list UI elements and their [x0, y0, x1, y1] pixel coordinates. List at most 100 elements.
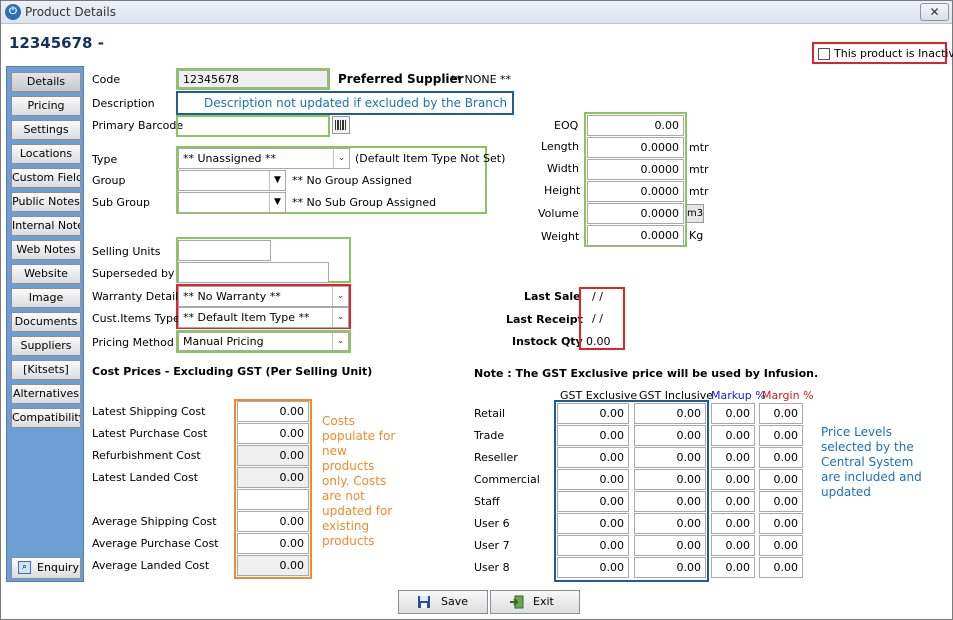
margin-cell[interactable]: 0.00 — [759, 557, 803, 578]
latest-purchase-cost-field[interactable]: 0.00 — [237, 423, 309, 444]
gst-exclusive-cell[interactable]: 0.00 — [557, 403, 629, 424]
sidebar-item-compatibility[interactable]: Compatibility — [11, 408, 81, 428]
volume-field[interactable]: 0.0000 — [587, 203, 684, 224]
price-level-label: Staff — [474, 495, 500, 508]
chevron-down-icon: ⌄ — [333, 149, 349, 168]
checkbox-box[interactable] — [818, 48, 830, 60]
gst-inclusive-cell[interactable]: 0.00 — [634, 535, 706, 556]
latest-landed-cost-field[interactable]: 0.00 — [237, 467, 309, 488]
refurbishment-cost-field[interactable]: 0.00 — [237, 445, 309, 466]
last-sale-label: Last Sale — [524, 290, 581, 303]
sidebar-item-locations[interactable]: Locations — [11, 144, 81, 164]
chevron-down-icon: ⌄ — [332, 308, 348, 327]
barcode-field[interactable] — [176, 115, 330, 137]
gst-inclusive-cell[interactable]: 0.00 — [634, 491, 706, 512]
code-field[interactable]: 12345678 — [178, 70, 328, 88]
cust-items-label: Cust.Items Type — [92, 312, 180, 325]
sidebar-item-custom-fields[interactable]: Custom Fields — [11, 168, 81, 188]
gst-exclusive-cell[interactable]: 0.00 — [557, 469, 629, 490]
sidebar-item-details[interactable]: Details — [11, 72, 81, 92]
width-field[interactable]: 0.0000 — [587, 159, 684, 180]
superseded-field[interactable] — [178, 262, 329, 283]
gst-exclusive-cell[interactable]: 0.00 — [557, 535, 629, 556]
gst-exclusive-cell[interactable]: 0.00 — [557, 425, 629, 446]
enquiry-button[interactable]: ⌕ Enquiry — [11, 557, 81, 579]
sidebar-item-kitsets[interactable]: [Kitsets] — [11, 360, 81, 380]
blank-cost-field[interactable] — [237, 489, 309, 510]
sidebar-item-web-notes[interactable]: Web Notes — [11, 240, 81, 260]
sidebar-item-website[interactable]: Website — [11, 264, 81, 284]
margin-cell[interactable]: 0.00 — [759, 535, 803, 556]
sidebar-item-pricing[interactable]: Pricing — [11, 96, 81, 116]
chevron-down-icon: ⌄ — [332, 333, 348, 350]
average-purchase-cost-field[interactable]: 0.00 — [237, 533, 309, 554]
exit-button[interactable]: Exit — [490, 590, 580, 614]
price-level-label: Retail — [474, 407, 506, 420]
price-level-label: Reseller — [474, 451, 518, 464]
weight-field[interactable]: 0.0000 — [587, 225, 684, 246]
gst-inclusive-cell[interactable]: 0.00 — [634, 469, 706, 490]
cost-row-label: Latest Shipping Cost — [92, 405, 206, 418]
margin-cell[interactable]: 0.00 — [759, 447, 803, 468]
markup-cell[interactable]: 0.00 — [711, 513, 755, 534]
latest-shipping-cost-field[interactable]: 0.00 — [237, 401, 309, 422]
save-button[interactable]: Save — [398, 590, 488, 614]
sidebar-item-internal-notes[interactable]: Internal Notes — [11, 216, 81, 236]
markup-cell[interactable]: 0.00 — [711, 491, 755, 512]
markup-cell[interactable]: 0.00 — [711, 535, 755, 556]
product-details-window: ⏻ Product Details ✕ 12345678 - This prod… — [0, 0, 953, 620]
pricing-method-dropdown[interactable]: Manual Pricing ⌄ — [178, 332, 349, 351]
sidebar-item-documents[interactable]: Documents — [11, 312, 81, 332]
markup-cell[interactable]: 0.00 — [711, 557, 755, 578]
warranty-dropdown[interactable]: ** No Warranty ** ⌄ — [178, 286, 349, 307]
volume-label: Volume — [538, 207, 579, 220]
margin-cell[interactable]: 0.00 — [759, 513, 803, 534]
volume-unit-button[interactable]: m3 — [686, 204, 704, 223]
enquiry-label: Enquiry — [37, 561, 79, 574]
gst-exclusive-cell[interactable]: 0.00 — [557, 491, 629, 512]
sidebar-item-suppliers[interactable]: Suppliers — [11, 336, 81, 356]
subgroup-dropdown[interactable]: ▼ — [178, 192, 286, 213]
group-dropdown[interactable]: ▼ — [178, 170, 286, 191]
height-field[interactable]: 0.0000 — [587, 181, 684, 202]
length-field[interactable]: 0.0000 — [587, 137, 684, 158]
inactive-checkbox[interactable]: This product is Inactive — [812, 42, 953, 64]
gst-inclusive-cell[interactable]: 0.00 — [634, 447, 706, 468]
type-label: Type — [92, 153, 118, 166]
margin-cell[interactable]: 0.00 — [759, 491, 803, 512]
avg-cost-row-label: Average Purchase Cost — [92, 537, 219, 550]
gst-note: Note : The GST Exclusive price will be u… — [474, 367, 819, 380]
pricing-method-label: Pricing Method — [92, 336, 174, 349]
eoq-field[interactable]: 0.00 — [587, 115, 684, 136]
sidebar-item-alternatives[interactable]: Alternatives — [11, 384, 81, 404]
type-note: (Default Item Type Not Set) — [355, 152, 506, 165]
gst-inclusive-cell[interactable]: 0.00 — [634, 557, 706, 578]
close-button[interactable]: ✕ — [920, 3, 949, 21]
window-title: Product Details — [25, 5, 116, 19]
average-landed-cost-field[interactable]: 0.00 — [237, 555, 309, 576]
barcode-icon[interactable] — [332, 116, 350, 134]
cust-items-dropdown[interactable]: ** Default Item Type ** ⌄ — [178, 307, 349, 328]
margin-cell[interactable]: 0.00 — [759, 425, 803, 446]
page-title: 12345678 - — [9, 34, 104, 52]
average-shipping-cost-field[interactable]: 0.00 — [237, 511, 309, 532]
gst-inclusive-cell[interactable]: 0.00 — [634, 513, 706, 534]
margin-cell[interactable]: 0.00 — [759, 403, 803, 424]
magnifier-icon: ⌕ — [18, 561, 31, 574]
sidebar-item-image[interactable]: Image — [11, 288, 81, 308]
cost-row-label: Refurbishment Cost — [92, 449, 201, 462]
sidebar-item-public-notes[interactable]: Public Notes — [11, 192, 81, 212]
markup-cell[interactable]: 0.00 — [711, 469, 755, 490]
type-dropdown[interactable]: ** Unassigned ** ⌄ — [178, 148, 350, 169]
gst-exclusive-cell[interactable]: 0.00 — [557, 557, 629, 578]
gst-inclusive-cell[interactable]: 0.00 — [634, 403, 706, 424]
markup-cell[interactable]: 0.00 — [711, 403, 755, 424]
markup-cell[interactable]: 0.00 — [711, 425, 755, 446]
gst-inclusive-cell[interactable]: 0.00 — [634, 425, 706, 446]
selling-units-field[interactable] — [178, 240, 271, 261]
markup-cell[interactable]: 0.00 — [711, 447, 755, 468]
gst-exclusive-cell[interactable]: 0.00 — [557, 447, 629, 468]
gst-exclusive-cell[interactable]: 0.00 — [557, 513, 629, 534]
margin-cell[interactable]: 0.00 — [759, 469, 803, 490]
sidebar-item-settings[interactable]: Settings — [11, 120, 81, 140]
